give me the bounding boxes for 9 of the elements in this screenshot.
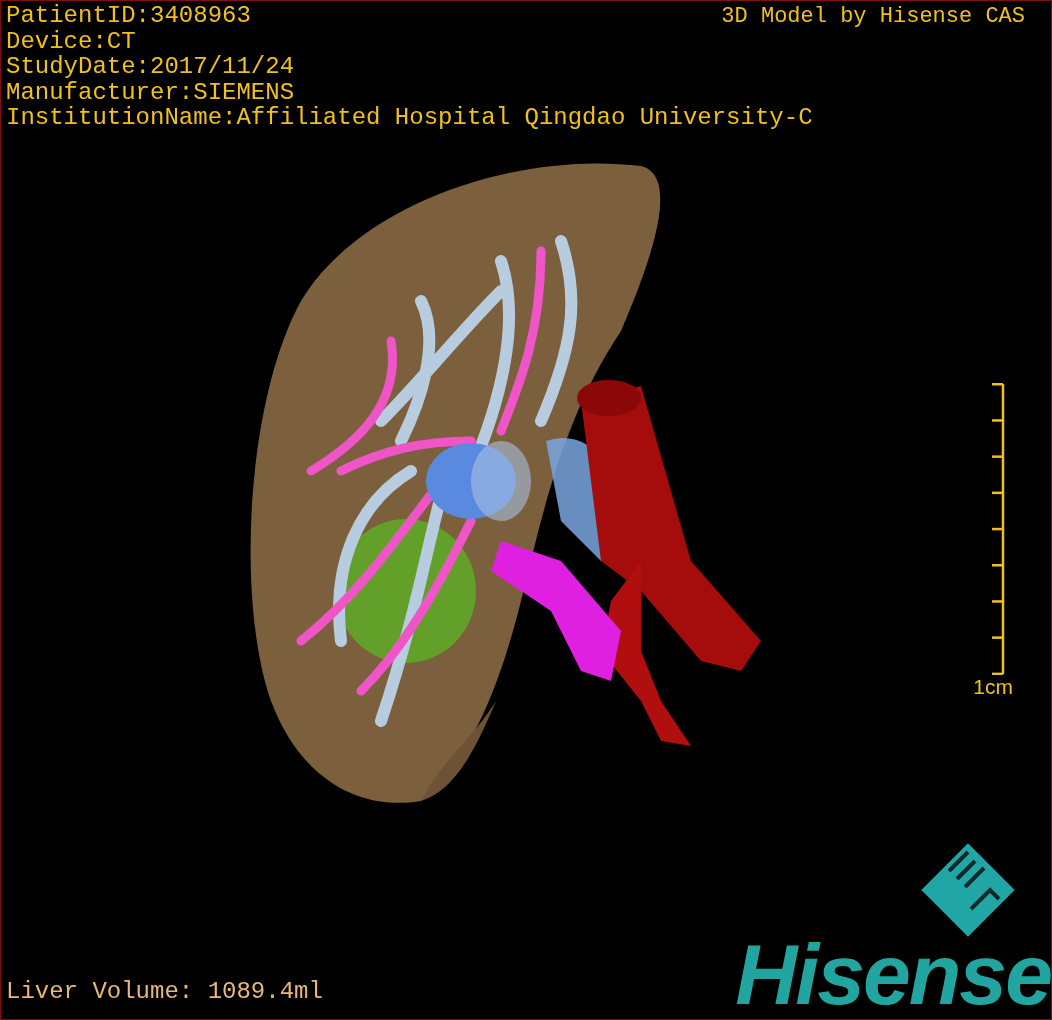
scale-label: 1cm <box>973 675 1013 699</box>
model-credit-text: 3D Model by Hisense CAS <box>721 4 1025 29</box>
patient-info-text: InstitutionName:Affiliated Hospital Qingdao University-C <box>6 105 813 131</box>
logo-wordmark: Hisense <box>735 931 1051 1017</box>
patient-info-text: PatientID:3408963 <box>6 3 251 29</box>
patient-info-text: Manufacturer:SIEMENS <box>6 79 295 105</box>
liver-volume-text: Liver Volume: 1089.4ml <box>6 978 323 1005</box>
patient-info-text: Device:CT <box>6 28 136 54</box>
patient-info-text: StudyDate:2017/11/24 <box>6 54 295 80</box>
